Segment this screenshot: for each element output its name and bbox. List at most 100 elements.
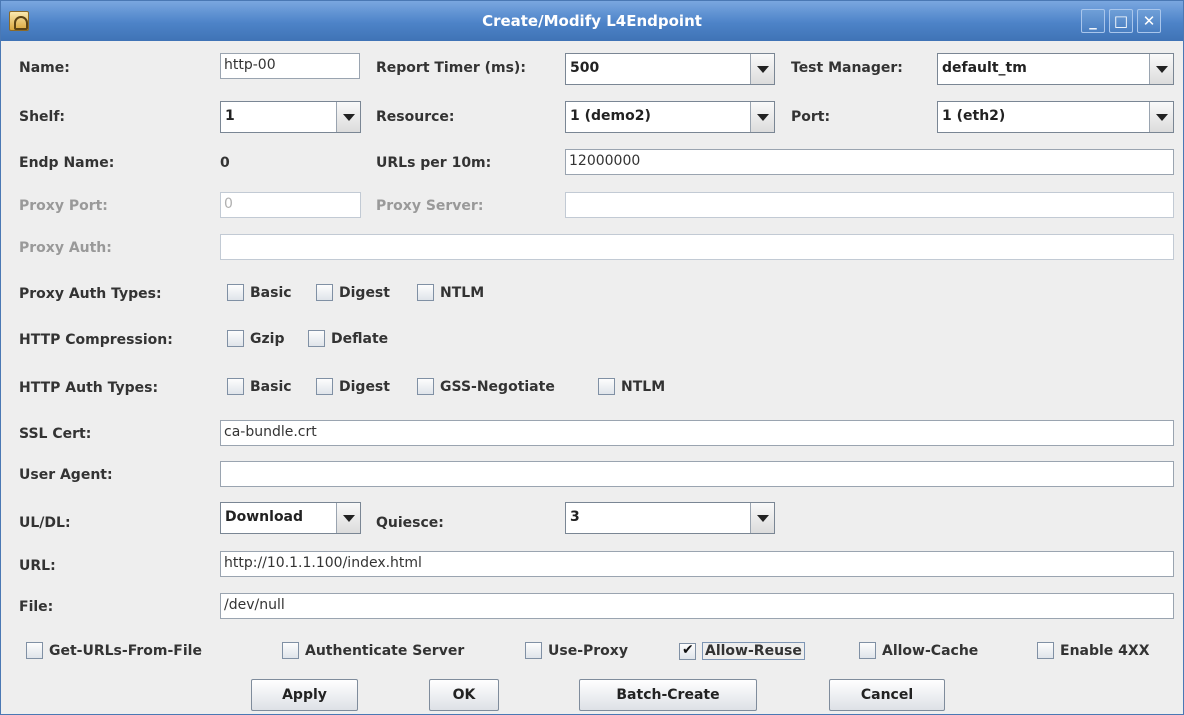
checkbox-icon[interactable] [282,642,299,659]
enable-4xx-checkbox[interactable]: Enable 4XX [1037,642,1150,659]
resource-value: 1 (demo2) [570,108,651,124]
deflate-checkbox[interactable]: Deflate [308,330,388,347]
checkbox-icon[interactable] [308,330,325,347]
batch-create-button[interactable]: Batch-Create [579,679,757,711]
name-field[interactable]: http-00 [220,53,360,79]
chevron-down-icon[interactable] [1149,54,1173,84]
checkbox-icon[interactable] [26,642,43,659]
ssl-cert-label: SSL Cert: [19,426,92,442]
checkbox-label: Gzip [250,330,285,347]
checkbox-icon[interactable] [1037,642,1054,659]
test-manager-value: default_tm [942,60,1027,76]
gzip-checkbox[interactable]: Gzip [227,330,284,347]
test-manager-label: Test Manager: [791,60,903,76]
checkbox-icon[interactable] [525,642,542,659]
proxy-server-field[interactable] [565,192,1174,218]
authenticate-server-checkbox[interactable]: Authenticate Server [282,642,464,659]
url-field[interactable]: http://10.1.1.100/index.html [220,551,1174,577]
checkbox-label: GSS-Negotiate [440,378,555,395]
shelf-label: Shelf: [19,109,66,125]
checkbox-icon[interactable] [316,284,333,301]
checkbox-label: Basic [250,284,292,301]
checkbox-label: NTLM [440,284,485,301]
proxy-auth-field[interactable] [220,234,1174,260]
dialog-window: Create/Modify L4Endpoint _ □ ✕ Name: htt… [0,0,1184,715]
checkbox-icon[interactable] [227,378,244,395]
checkbox-label: Enable 4XX [1060,642,1150,659]
minimize-button[interactable]: _ [1081,9,1105,33]
checkbox-label: Allow-Reuse [702,642,805,660]
checkbox-icon[interactable] [417,284,434,301]
allow-reuse-checkbox[interactable]: Allow-Reuse [679,642,805,660]
chevron-down-icon[interactable] [336,503,360,533]
checkbox-icon[interactable] [227,284,244,301]
resource-label: Resource: [376,109,455,125]
checkmark-icon[interactable] [679,642,696,660]
allow-cache-checkbox[interactable]: Allow-Cache [859,642,978,659]
window-title: Create/Modify L4Endpoint [482,12,702,30]
ul-dl-combo[interactable]: Download [220,502,361,534]
url-label: URL: [19,558,56,574]
proxy-port-field[interactable]: 0 [220,192,361,218]
ok-button[interactable]: OK [429,679,499,711]
proxy-auth-types-label: Proxy Auth Types: [19,286,162,302]
proxy-auth-digest-checkbox[interactable]: Digest [316,284,390,301]
user-agent-field[interactable] [220,461,1174,487]
checkbox-label: Basic [250,378,292,395]
file-label: File: [19,599,54,615]
apply-button[interactable]: Apply [251,679,358,711]
proxy-server-label: Proxy Server: [376,198,484,214]
http-compression-label: HTTP Compression: [19,332,173,348]
chevron-down-icon[interactable] [750,54,774,84]
chevron-down-icon[interactable] [1149,102,1173,132]
checkbox-icon[interactable] [417,378,434,395]
checkbox-icon[interactable] [598,378,615,395]
chevron-down-icon[interactable] [750,102,774,132]
ssl-cert-field[interactable]: ca-bundle.crt [220,420,1174,446]
shelf-combo[interactable]: 1 [220,101,361,133]
maximize-button[interactable]: □ [1109,9,1133,33]
urls-per-10m-field[interactable]: 12000000 [565,149,1174,175]
port-combo[interactable]: 1 (eth2) [937,101,1174,133]
name-label: Name: [19,60,70,76]
quiesce-combo[interactable]: 3 [565,502,775,534]
chevron-down-icon[interactable] [336,102,360,132]
file-field[interactable]: /dev/null [220,593,1174,619]
port-label: Port: [791,109,831,125]
user-agent-label: User Agent: [19,467,113,483]
urls-per-10m-label: URLs per 10m: [376,155,492,171]
endp-name-value: 0 [220,155,230,171]
checkbox-label: NTLM [621,378,666,395]
http-auth-ntlm-checkbox[interactable]: NTLM [598,378,665,395]
checkbox-label: Digest [339,378,390,395]
checkbox-icon[interactable] [316,378,333,395]
ul-dl-label: UL/DL: [19,515,71,531]
checkbox-label: Authenticate Server [305,642,465,659]
shelf-value: 1 [225,108,235,124]
chevron-down-icon[interactable] [750,503,774,533]
proxy-auth-ntlm-checkbox[interactable]: NTLM [417,284,484,301]
report-timer-value: 500 [570,60,600,76]
proxy-auth-label: Proxy Auth: [19,240,112,256]
use-proxy-checkbox[interactable]: Use-Proxy [525,642,628,659]
checkbox-label: Get-URLs-From-File [49,642,202,659]
checkbox-label: Deflate [331,330,389,347]
http-auth-digest-checkbox[interactable]: Digest [316,378,390,395]
gss-negotiate-checkbox[interactable]: GSS-Negotiate [417,378,555,395]
checkbox-icon[interactable] [227,330,244,347]
proxy-auth-basic-checkbox[interactable]: Basic [227,284,292,301]
title-bar[interactable]: Create/Modify L4Endpoint _ □ ✕ [1,1,1183,41]
resource-combo[interactable]: 1 (demo2) [565,101,775,133]
close-button[interactable]: ✕ [1137,9,1161,33]
test-manager-combo[interactable]: default_tm [937,53,1174,85]
checkbox-icon[interactable] [859,642,876,659]
http-auth-basic-checkbox[interactable]: Basic [227,378,292,395]
checkbox-label: Use-Proxy [548,642,628,659]
cancel-button[interactable]: Cancel [829,679,945,711]
get-urls-from-file-checkbox[interactable]: Get-URLs-From-File [26,642,202,659]
quiesce-value: 3 [570,509,580,525]
checkbox-label: Digest [339,284,390,301]
endp-name-label: Endp Name: [19,155,115,171]
report-timer-combo[interactable]: 500 [565,53,775,85]
quiesce-label: Quiesce: [376,515,444,531]
